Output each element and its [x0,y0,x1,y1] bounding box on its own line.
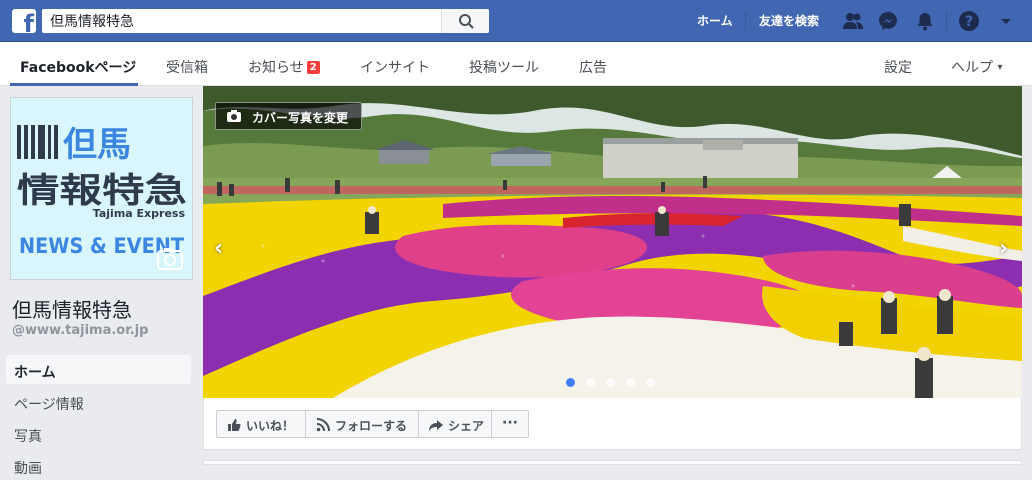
messenger-icon[interactable] [877,10,899,32]
help-menu[interactable]: ヘルプ ▾ [951,57,1002,77]
tab-facebook-page[interactable]: Facebookページ [20,57,136,77]
slide-indicator-dot[interactable] [586,378,595,387]
share-label: シェア [448,419,485,433]
profile-picture[interactable]: 但馬 情報特急 Tajima Express NEWS & EVENT [10,97,193,280]
page-username[interactable]: @www.tajima.or.jp [12,323,148,338]
change-cover-button[interactable]: カバー写真を変更 [215,102,362,130]
more-options-icon: ··· [502,415,518,431]
divider [745,12,746,30]
like-label: いいね！ [246,419,295,433]
tab-publishing-tools[interactable]: 投稿ツール [469,57,539,77]
active-tab-indicator [10,83,138,86]
share-arrow-icon [429,420,443,431]
logo-title: 但馬 [63,125,131,165]
page-navigation: Facebookページ 受信箱 お知らせ 2 インサイト 投稿ツール 広告 設定 … [0,42,1032,86]
page-title: 但馬情報特急 [12,298,132,322]
notifications-bell-icon[interactable] [914,10,936,32]
facebook-logo-icon[interactable]: f [12,9,36,36]
rss-follow-icon [316,418,330,432]
find-friends-link[interactable]: 友達を検索 [759,12,819,29]
change-cover-label: カバー写真を変更 [252,111,349,125]
follow-button[interactable]: フォローする [305,410,419,438]
slide-indicator-dot[interactable] [626,378,635,387]
notification-count-badge: 2 [306,61,320,74]
top-bar: f ホーム 友達を検索 ? [0,0,1032,42]
thumbs-up-icon [228,419,241,431]
logo-english: Tajima Express [93,207,186,220]
tulip-field-image [203,86,1022,398]
divider [946,12,947,30]
slide-indicator-dot[interactable] [646,378,655,387]
logo-news: NEWS & EVENT [19,234,185,258]
sidebar-item-videos[interactable]: 動画 [6,451,191,480]
more-options-button[interactable]: ··· [491,410,529,438]
svg-text:?: ? [965,14,973,30]
friend-requests-icon[interactable] [842,10,864,32]
follow-label: フォローする [335,419,408,433]
like-button[interactable]: いいね！ [216,410,306,438]
previous-slide-arrow-icon[interactable]: ‹ [214,236,223,261]
search-button[interactable] [441,9,489,33]
page-action-bar: いいね！ フォローする シェア ··· [203,398,1022,450]
tab-ads[interactable]: 広告 [579,57,607,77]
share-button[interactable]: シェア [418,410,492,438]
home-link[interactable]: ホーム [697,12,733,29]
search-box [42,9,489,33]
next-slide-arrow-icon[interactable]: › [999,236,1008,261]
slide-indicator-dot[interactable] [566,378,575,387]
sidebar-item-about[interactable]: ページ情報 [6,387,191,416]
settings-link[interactable]: 設定 [884,57,912,77]
slide-indicator-dot[interactable] [606,378,615,387]
content-card-edge [203,460,1022,465]
tab-notifications-label: お知らせ [248,60,304,76]
chevron-down-icon: ▾ [997,62,1003,73]
account-menu-caret-icon[interactable] [995,10,1017,32]
sidebar-item-photos[interactable]: 写真 [6,419,191,448]
tab-inbox[interactable]: 受信箱 [166,57,208,77]
tab-notifications[interactable]: お知らせ 2 [248,57,320,77]
sidebar-item-home[interactable]: ホーム [6,355,191,384]
help-question-icon[interactable]: ? [958,10,980,32]
logo-subtitle: 情報特急 [17,171,187,211]
search-icon [459,14,474,29]
camera-icon [227,110,241,122]
tab-insights[interactable]: インサイト [360,57,430,77]
page-logo: 但馬 情報特急 Tajima Express NEWS & EVENT [11,98,192,279]
search-input[interactable] [42,9,442,33]
help-label: ヘルプ [951,60,993,76]
cover-photo[interactable] [203,86,1022,398]
